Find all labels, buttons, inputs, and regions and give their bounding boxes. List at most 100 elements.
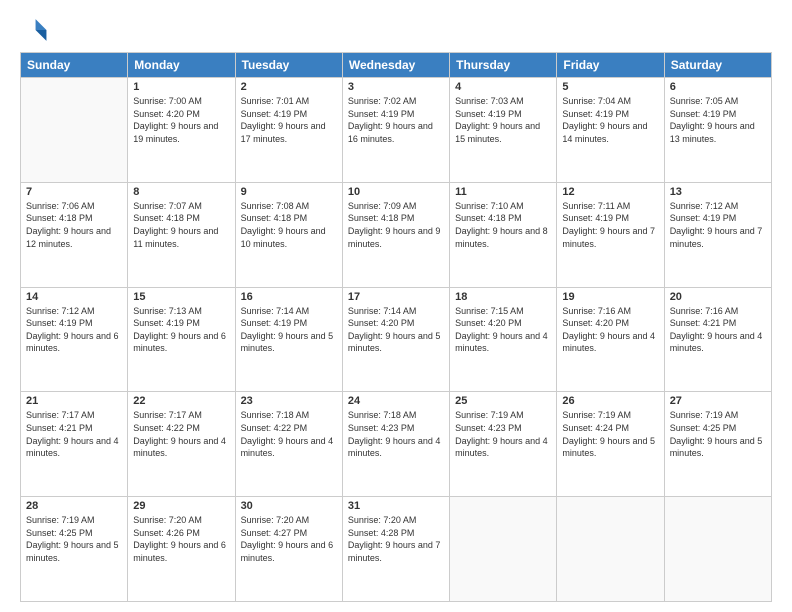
calendar-weekday: Wednesday xyxy=(342,53,449,78)
day-number: 6 xyxy=(670,81,766,93)
calendar-day-cell: 3 Sunrise: 7:02 AMSunset: 4:19 PMDaylight… xyxy=(342,78,449,183)
calendar-day-cell: 16 Sunrise: 7:14 AMSunset: 4:19 PMDayligh… xyxy=(235,287,342,392)
calendar-day-cell: 22 Sunrise: 7:17 AMSunset: 4:22 PMDayligh… xyxy=(128,392,235,497)
day-info: Sunrise: 7:00 AMSunset: 4:20 PMDaylight:… xyxy=(133,95,229,145)
calendar-day-cell: 28 Sunrise: 7:19 AMSunset: 4:25 PMDayligh… xyxy=(21,497,128,602)
calendar-day-cell xyxy=(21,78,128,183)
day-info: Sunrise: 7:17 AMSunset: 4:22 PMDaylight:… xyxy=(133,409,229,459)
calendar-weekday: Tuesday xyxy=(235,53,342,78)
calendar-day-cell: 25 Sunrise: 7:19 AMSunset: 4:23 PMDayligh… xyxy=(450,392,557,497)
day-info: Sunrise: 7:20 AMSunset: 4:28 PMDaylight:… xyxy=(348,514,444,564)
day-number: 3 xyxy=(348,81,444,93)
calendar-week-row: 28 Sunrise: 7:19 AMSunset: 4:25 PMDayligh… xyxy=(21,497,772,602)
day-number: 25 xyxy=(455,395,551,407)
day-info: Sunrise: 7:08 AMSunset: 4:18 PMDaylight:… xyxy=(241,200,337,250)
day-info: Sunrise: 7:11 AMSunset: 4:19 PMDaylight:… xyxy=(562,200,658,250)
calendar-day-cell xyxy=(664,497,771,602)
calendar-day-cell xyxy=(450,497,557,602)
day-number: 24 xyxy=(348,395,444,407)
calendar-day-cell: 20Sunrise: 7:16 AMSunset: 4:21 PMDayligh… xyxy=(664,287,771,392)
day-number: 21 xyxy=(26,395,122,407)
day-number: 7 xyxy=(26,186,122,198)
calendar-weekday: Friday xyxy=(557,53,664,78)
day-number: 16 xyxy=(241,291,337,303)
day-info: Sunrise: 7:19 AMSunset: 4:25 PMDaylight:… xyxy=(670,409,766,459)
day-info: Sunrise: 7:12 AMSunset: 4:19 PMDaylight:… xyxy=(26,305,122,355)
day-number: 2 xyxy=(241,81,337,93)
day-number: 31 xyxy=(348,500,444,512)
day-info: Sunrise: 7:07 AMSunset: 4:18 PMDaylight:… xyxy=(133,200,229,250)
day-number: 1 xyxy=(133,81,229,93)
logo xyxy=(20,16,52,44)
calendar-day-cell: 1 Sunrise: 7:00 AMSunset: 4:20 PMDaylight… xyxy=(128,78,235,183)
calendar-weekday: Sunday xyxy=(21,53,128,78)
day-info: Sunrise: 7:02 AMSunset: 4:19 PMDaylight:… xyxy=(348,95,444,145)
header xyxy=(20,16,772,44)
day-number: 13 xyxy=(670,186,766,198)
calendar-weekday: Saturday xyxy=(664,53,771,78)
day-number: 18 xyxy=(455,291,551,303)
day-number: 23 xyxy=(241,395,337,407)
day-info: Sunrise: 7:03 AMSunset: 4:19 PMDaylight:… xyxy=(455,95,551,145)
day-number: 11 xyxy=(455,186,551,198)
calendar-day-cell: 21 Sunrise: 7:17 AMSunset: 4:21 PMDayligh… xyxy=(21,392,128,497)
day-number: 15 xyxy=(133,291,229,303)
day-info: Sunrise: 7:09 AMSunset: 4:18 PMDaylight:… xyxy=(348,200,444,250)
calendar-week-row: 7 Sunrise: 7:06 AMSunset: 4:18 PMDaylight… xyxy=(21,182,772,287)
calendar-day-cell: 30 Sunrise: 7:20 AMSunset: 4:27 PMDayligh… xyxy=(235,497,342,602)
calendar-day-cell: 7 Sunrise: 7:06 AMSunset: 4:18 PMDaylight… xyxy=(21,182,128,287)
day-info: Sunrise: 7:06 AMSunset: 4:18 PMDaylight:… xyxy=(26,200,122,250)
calendar-day-cell: 18 Sunrise: 7:15 AMSunset: 4:20 PMDayligh… xyxy=(450,287,557,392)
day-number: 26 xyxy=(562,395,658,407)
calendar-day-cell: 17 Sunrise: 7:14 AMSunset: 4:20 PMDayligh… xyxy=(342,287,449,392)
day-info: Sunrise: 7:19 AMSunset: 4:23 PMDaylight:… xyxy=(455,409,551,459)
calendar-day-cell: 15Sunrise: 7:13 AMSunset: 4:19 PMDayligh… xyxy=(128,287,235,392)
day-number: 19 xyxy=(562,291,658,303)
calendar-day-cell: 13 Sunrise: 7:12 AMSunset: 4:19 PMDayligh… xyxy=(664,182,771,287)
day-info: Sunrise: 7:18 AMSunset: 4:23 PMDaylight:… xyxy=(348,409,444,459)
logo-icon xyxy=(20,16,48,44)
calendar-weekday: Thursday xyxy=(450,53,557,78)
day-info: Sunrise: 7:19 AMSunset: 4:25 PMDaylight:… xyxy=(26,514,122,564)
day-info: Sunrise: 7:19 AMSunset: 4:24 PMDaylight:… xyxy=(562,409,658,459)
day-number: 8 xyxy=(133,186,229,198)
day-number: 28 xyxy=(26,500,122,512)
calendar-day-cell: 11 Sunrise: 7:10 AMSunset: 4:18 PMDayligh… xyxy=(450,182,557,287)
day-info: Sunrise: 7:12 AMSunset: 4:19 PMDaylight:… xyxy=(670,200,766,250)
calendar-day-cell xyxy=(557,497,664,602)
calendar-week-row: 14 Sunrise: 7:12 AMSunset: 4:19 PMDayligh… xyxy=(21,287,772,392)
calendar-day-cell: 23 Sunrise: 7:18 AMSunset: 4:22 PMDayligh… xyxy=(235,392,342,497)
calendar-day-cell: 8 Sunrise: 7:07 AMSunset: 4:18 PMDaylight… xyxy=(128,182,235,287)
day-number: 22 xyxy=(133,395,229,407)
calendar-day-cell: 19 Sunrise: 7:16 AMSunset: 4:20 PMDayligh… xyxy=(557,287,664,392)
calendar-day-cell: 12Sunrise: 7:11 AMSunset: 4:19 PMDayligh… xyxy=(557,182,664,287)
day-info: Sunrise: 7:17 AMSunset: 4:21 PMDaylight:… xyxy=(26,409,122,459)
calendar-day-cell: 26 Sunrise: 7:19 AMSunset: 4:24 PMDayligh… xyxy=(557,392,664,497)
day-number: 5 xyxy=(562,81,658,93)
day-info: Sunrise: 7:16 AMSunset: 4:21 PMDaylight:… xyxy=(670,305,766,355)
day-info: Sunrise: 7:04 AMSunset: 4:19 PMDaylight:… xyxy=(562,95,658,145)
day-info: Sunrise: 7:14 AMSunset: 4:19 PMDaylight:… xyxy=(241,305,337,355)
calendar-day-cell: 9 Sunrise: 7:08 AMSunset: 4:18 PMDaylight… xyxy=(235,182,342,287)
day-info: Sunrise: 7:14 AMSunset: 4:20 PMDaylight:… xyxy=(348,305,444,355)
calendar-day-cell: 29Sunrise: 7:20 AMSunset: 4:26 PMDayligh… xyxy=(128,497,235,602)
calendar-header-row: SundayMondayTuesdayWednesdayThursdayFrid… xyxy=(21,53,772,78)
day-info: Sunrise: 7:16 AMSunset: 4:20 PMDaylight:… xyxy=(562,305,658,355)
day-info: Sunrise: 7:10 AMSunset: 4:18 PMDaylight:… xyxy=(455,200,551,250)
day-number: 4 xyxy=(455,81,551,93)
day-info: Sunrise: 7:20 AMSunset: 4:27 PMDaylight:… xyxy=(241,514,337,564)
day-number: 9 xyxy=(241,186,337,198)
day-number: 30 xyxy=(241,500,337,512)
calendar-day-cell: 2 Sunrise: 7:01 AMSunset: 4:19 PMDaylight… xyxy=(235,78,342,183)
calendar-day-cell: 10 Sunrise: 7:09 AMSunset: 4:18 PMDayligh… xyxy=(342,182,449,287)
calendar-week-row: 1 Sunrise: 7:00 AMSunset: 4:20 PMDaylight… xyxy=(21,78,772,183)
day-number: 17 xyxy=(348,291,444,303)
calendar-week-row: 21 Sunrise: 7:17 AMSunset: 4:21 PMDayligh… xyxy=(21,392,772,497)
day-number: 29 xyxy=(133,500,229,512)
day-number: 14 xyxy=(26,291,122,303)
day-number: 10 xyxy=(348,186,444,198)
day-info: Sunrise: 7:01 AMSunset: 4:19 PMDaylight:… xyxy=(241,95,337,145)
day-info: Sunrise: 7:18 AMSunset: 4:22 PMDaylight:… xyxy=(241,409,337,459)
calendar-day-cell: 24 Sunrise: 7:18 AMSunset: 4:23 PMDayligh… xyxy=(342,392,449,497)
day-info: Sunrise: 7:15 AMSunset: 4:20 PMDaylight:… xyxy=(455,305,551,355)
